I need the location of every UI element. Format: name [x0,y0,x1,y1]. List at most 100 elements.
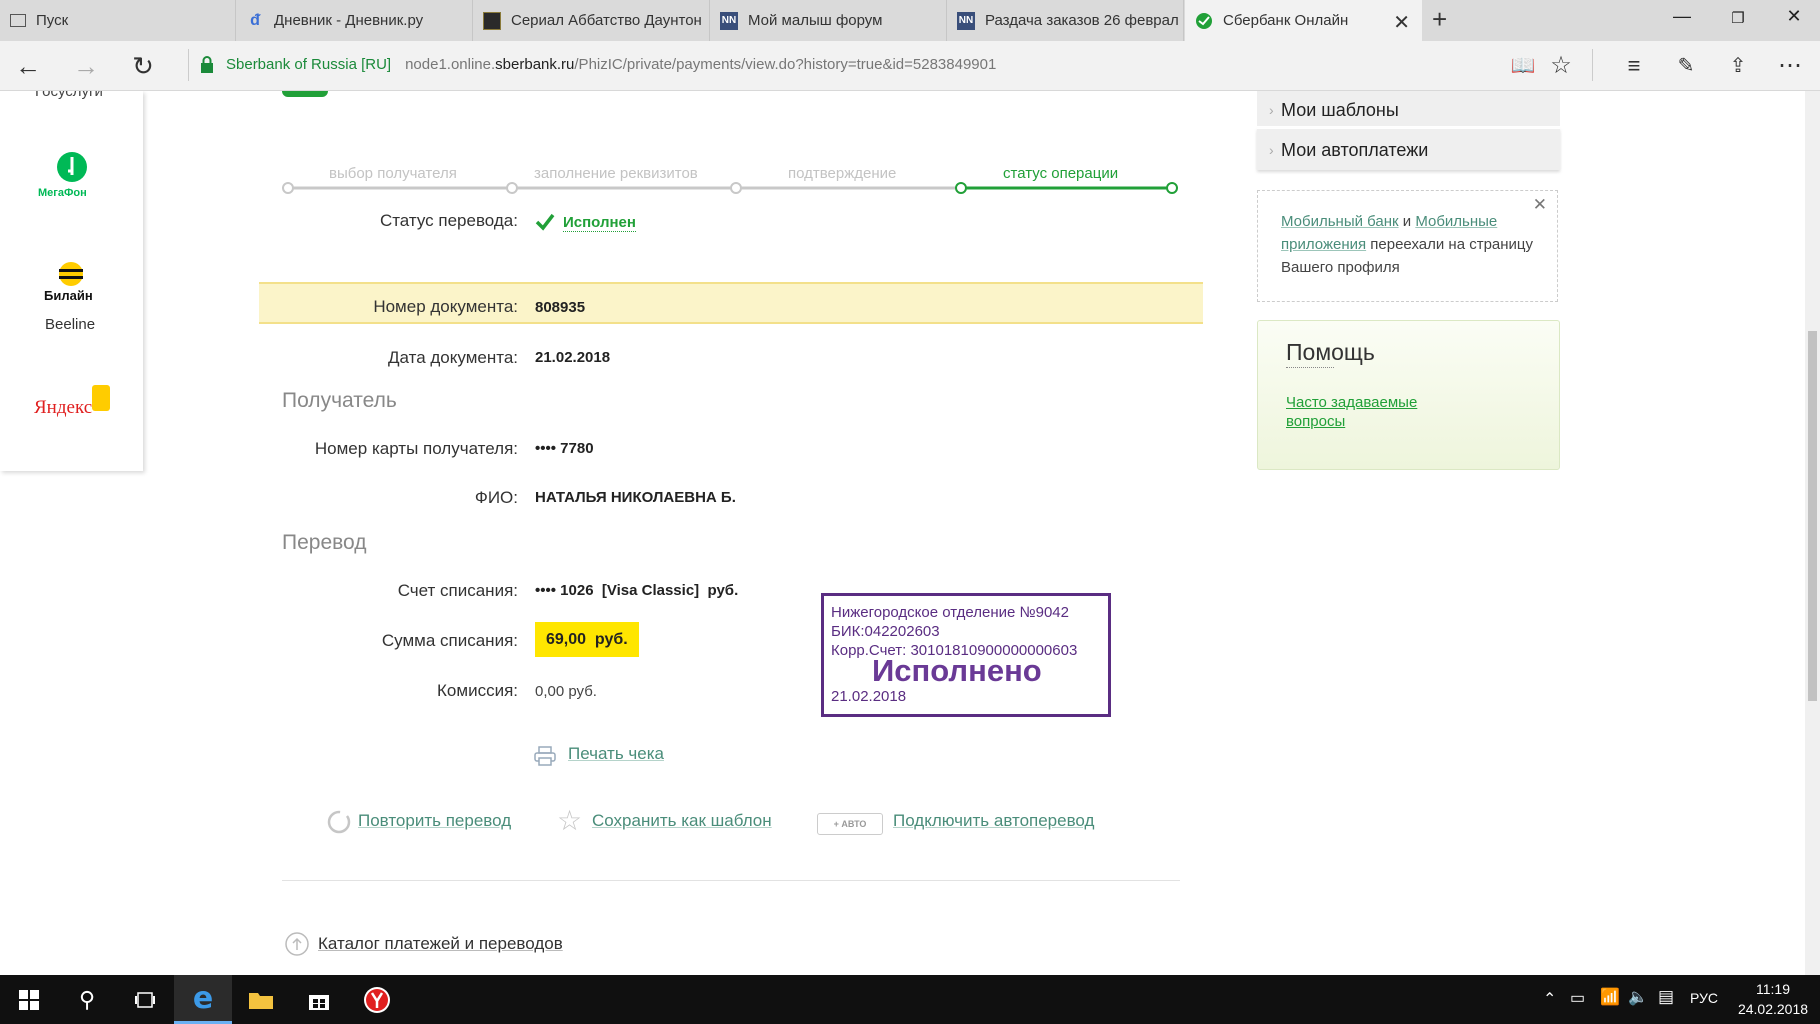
divider [1592,49,1593,81]
stamp-status: Исполнено [872,653,1042,688]
transfer-heading: Перевод [282,531,367,554]
clock-time[interactable]: 11:19 [1738,981,1808,997]
tab-forum[interactable]: NN Мой малыш форум [710,0,947,41]
yandex-browser-icon[interactable] [348,975,406,1024]
minimize-icon[interactable]: — [1662,6,1702,27]
star-icon[interactable]: ☆ [557,807,582,835]
reading-view-icon[interactable]: 📖 [1505,51,1541,81]
movie-icon [483,11,501,30]
tab-label: Мой малыш форум [748,12,883,29]
task-view-icon[interactable] [116,975,174,1024]
tab-start[interactable]: Пуск [0,0,236,41]
notice-box: Мобильный банк и Мобильные приложения пе… [1257,190,1558,302]
fio-value: НАТАЛЬЯ НИКОЛАЕВНА Б. [535,489,736,506]
notice-and: и [1398,213,1416,230]
divider [1286,367,1334,368]
clock-date[interactable]: 24.02.2018 [1730,1001,1816,1017]
doc-date-label: Дата документа: [388,348,518,367]
megafon-logo[interactable] [52,151,92,188]
fio-label: ФИО: [474,488,518,507]
taskbar: ⚲ e ⌃ ▭ 📶 🔈 ▤ РУС 11:19 24.02.2018 [0,975,1820,1024]
back-icon[interactable]: ← [10,51,46,81]
battery-icon[interactable]: ▭ [1570,988,1585,1008]
amount-value: 69,00 руб. [535,622,639,657]
forward-icon[interactable]: → [68,51,104,81]
restore-icon[interactable]: ❐ [1718,9,1758,27]
account-label: Счет списания: [397,581,518,600]
close-window-icon[interactable]: ✕ [1774,6,1814,27]
stamp-branch: Нижегородское отделение №9042 [831,604,1069,621]
more-icon[interactable]: ⋯ [1772,51,1808,81]
url-prefix: node1.online. [405,56,496,73]
new-tab-button[interactable]: + [1432,4,1447,35]
status-value[interactable]: Исполнен [563,214,636,232]
scrollbar-thumb[interactable] [1808,331,1817,701]
tab-dnevnik[interactable]: ᵭ Дневник - Дневник.ру [236,0,473,41]
dnevnik-icon: ᵭ [250,11,260,29]
steps-line [282,182,1178,194]
page-icon [10,14,26,27]
tray-chevron-icon[interactable]: ⌃ [1543,989,1556,1009]
page-content: Госуслуги МегаФон Билайн Beeline Яндекс … [0,91,1820,975]
repeat-transfer-link[interactable]: Повторить перевод [358,811,511,831]
scrollbar[interactable] [1805,91,1820,975]
doc-date-value: 21.02.2018 [535,349,611,366]
nn-icon: NN [957,11,975,30]
save-template-link[interactable]: Сохранить как шаблон [592,811,772,831]
tab-label: Дневник - Дневник.ру [274,12,424,29]
notifications-icon[interactable]: ▤ [1658,987,1674,1007]
share-icon[interactable]: ⇪ [1720,51,1756,81]
store-icon[interactable] [290,975,348,1024]
divider [282,880,1180,881]
catalog-link[interactable]: Каталог платежей и переводов [318,934,563,954]
address-bar: ← → ↻ Sberbank of Russia [RU] node1.onlin… [0,41,1820,91]
windows-start-icon[interactable] [0,975,58,1024]
faq-link[interactable]: Часто задаваемые вопросы [1286,393,1446,431]
commission-value: 0,00 руб. [535,683,597,700]
url-field[interactable]: Sberbank of Russia [RU] node1.online.sber… [226,56,996,73]
url-host: sberbank.ru [495,56,575,73]
auto-badge[interactable]: + АВТО [817,813,883,835]
beeline-label: Beeline [45,316,96,333]
url-path: /PhizIC/private/payments/view.do?history… [574,56,997,73]
printer-icon[interactable] [534,746,556,771]
divider [188,49,189,81]
help-title: Помощь [1286,339,1375,365]
tab-sberbank[interactable]: Сбербанк Онлайн ✕ [1185,0,1422,41]
print-receipt-link[interactable]: Печать чека [568,744,664,764]
close-tab-icon[interactable]: ✕ [1393,10,1410,35]
card-value: •••• 7780 [535,440,594,457]
stamp-bik: БИК:042202603 [831,623,940,640]
my-autopays-menu[interactable]: Мои автоплатежи [1257,128,1560,171]
my-templates-menu[interactable]: Мои шаблоны [1257,91,1560,139]
lock-icon [200,56,214,79]
refresh-icon[interactable]: ↻ [125,51,161,81]
commission-label: Комиссия: [437,681,518,700]
back-circle-icon[interactable] [284,931,310,962]
search-icon[interactable]: ⚲ [58,975,116,1024]
repeat-icon[interactable] [326,809,352,840]
yandex-wallet-icon [92,385,110,411]
tab-orders[interactable]: NN Раздача заказов 26 феврал [947,0,1184,41]
web-note-icon[interactable]: ✎ [1668,51,1704,81]
help-box: Помощь Часто задаваемые вопросы [1257,320,1560,470]
volume-icon[interactable]: 🔈 [1628,987,1648,1007]
yandex-logo[interactable]: Яндекс [34,397,92,419]
favorite-star-icon[interactable]: ☆ [1543,51,1579,81]
file-explorer-icon[interactable] [232,975,290,1024]
mobile-bank-link[interactable]: Мобильный банк [1281,213,1399,230]
card-label: Номер карты получателя: [314,439,518,458]
gosuslugi-label[interactable]: Госуслуги [35,91,103,100]
stamp-date: 21.02.2018 [831,688,907,705]
hub-icon[interactable]: ≡ [1616,51,1652,81]
account-value: •••• 1026 [Visa Classic] руб. [535,582,739,599]
tab-downton[interactable]: Сериал Аббатство Даунтон [473,0,710,41]
close-notice-icon[interactable]: ✕ [1533,193,1547,216]
wifi-icon[interactable]: 📶 [1600,987,1620,1007]
nn-icon: NN [720,11,738,30]
recipient-heading: Получатель [282,389,397,412]
language-indicator[interactable]: РУС [1690,990,1718,1006]
autopay-link[interactable]: Подключить автоперевод [893,811,1094,831]
tab-label: Пуск [36,12,69,29]
edge-taskbar-icon[interactable]: e [174,975,232,1024]
